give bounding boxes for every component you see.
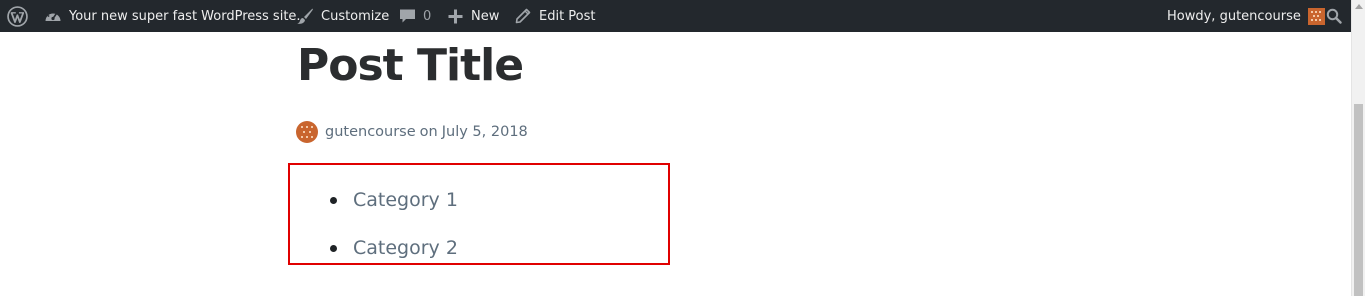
list-bullet bbox=[330, 244, 337, 252]
category-list: Category 1 Category 2 bbox=[330, 183, 458, 279]
search-button[interactable] bbox=[1326, 0, 1342, 32]
list-item: Category 1 bbox=[330, 183, 458, 217]
page-frame: Your new super fast WordPress site. Cust… bbox=[0, 0, 1365, 296]
paintbrush-icon bbox=[296, 7, 314, 25]
vertical-scrollbar[interactable] bbox=[1351, 0, 1365, 296]
site-name-label: Your new super fast WordPress site. bbox=[69, 8, 301, 24]
plus-icon bbox=[448, 9, 463, 24]
post-meta: gutencourse on July 5, 2018 bbox=[296, 121, 528, 143]
post-author-link[interactable]: gutencourse bbox=[325, 124, 416, 140]
customize-label: Customize bbox=[321, 8, 390, 24]
wp-logo-menu[interactable] bbox=[7, 0, 28, 32]
scroll-up-arrow-icon[interactable] bbox=[1355, 4, 1363, 9]
scrollbar-thumb[interactable] bbox=[1354, 104, 1363, 296]
author-avatar[interactable] bbox=[296, 121, 318, 143]
comments-menu[interactable]: 0 bbox=[399, 0, 431, 32]
list-bullet bbox=[330, 196, 337, 204]
dashboard-gauge-icon bbox=[44, 8, 62, 24]
new-label: New bbox=[471, 8, 500, 24]
site-name-menu[interactable]: Your new super fast WordPress site. bbox=[44, 0, 301, 32]
pencil-icon bbox=[515, 8, 531, 24]
new-content-menu[interactable]: New bbox=[448, 0, 499, 32]
user-avatar-icon bbox=[1307, 7, 1325, 25]
post-date-link[interactable]: July 5, 2018 bbox=[442, 124, 528, 140]
post-meta-on: on bbox=[419, 124, 438, 140]
comments-count: 0 bbox=[423, 8, 432, 24]
edit-post-menu[interactable]: Edit Post bbox=[515, 0, 596, 32]
post-title: Post Title bbox=[297, 40, 524, 91]
category-link-2[interactable]: Category 2 bbox=[353, 237, 458, 259]
wordpress-logo-icon bbox=[7, 5, 28, 27]
search-icon bbox=[1326, 8, 1342, 24]
category-link-1[interactable]: Category 1 bbox=[353, 189, 458, 211]
my-account-menu[interactable]: Howdy, gutencourse bbox=[1167, 0, 1325, 32]
edit-post-label: Edit Post bbox=[539, 8, 596, 24]
customize-menu[interactable]: Customize bbox=[296, 0, 389, 32]
howdy-label: Howdy, gutencourse bbox=[1167, 8, 1301, 24]
list-item: Category 2 bbox=[330, 231, 458, 265]
admin-bar: Your new super fast WordPress site. Cust… bbox=[0, 0, 1351, 32]
comment-bubble-icon bbox=[399, 8, 416, 24]
